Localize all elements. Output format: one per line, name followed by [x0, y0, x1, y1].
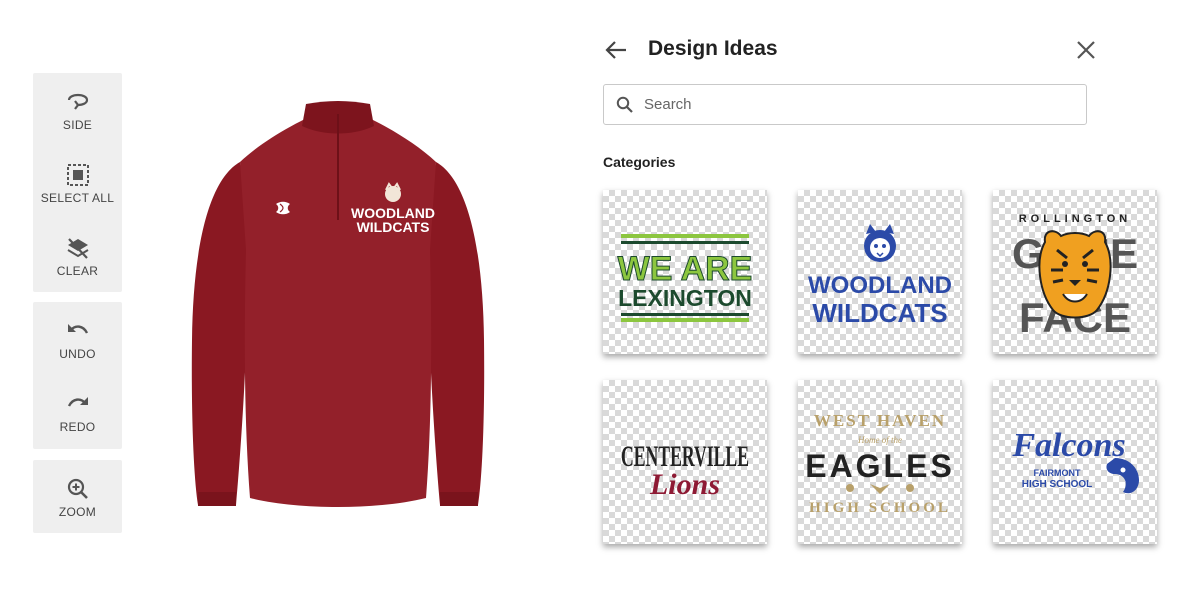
design-text-line1: WOODLAND [808, 272, 952, 299]
zoom-button[interactable]: ZOOM [33, 460, 122, 533]
rotate-icon [67, 93, 88, 110]
undo-label: UNDO [59, 347, 96, 361]
design-card-lexington[interactable]: WE ARE LEXINGTON [603, 190, 767, 354]
undo-icon [67, 324, 88, 334]
eagle-emblem-icon [846, 484, 914, 494]
redo-label: REDO [59, 420, 96, 434]
design-text-line1: Falcons [1011, 427, 1125, 464]
search-input[interactable] [644, 96, 1064, 113]
design-text-top: ROLLINGTON [1019, 213, 1132, 225]
design-text-line3: HIGH SCHOOL [1022, 479, 1093, 490]
clear-label: CLEAR [56, 264, 99, 278]
design-card-lions[interactable]: CENTERVILLE Lions [603, 380, 767, 544]
design-text-line1: WE ARE [618, 250, 753, 288]
design-text-line2: FAIRMONT [1034, 468, 1081, 478]
search-box[interactable] [603, 84, 1087, 125]
clear-button[interactable]: CLEAR [33, 219, 122, 292]
product-preview-shirt[interactable]: WOODLAND WILDCATS [188, 100, 488, 510]
design-text-line2: LEXINGTON [618, 285, 752, 311]
design-card-wildcats[interactable]: WOODLAND WILDCATS [798, 190, 962, 354]
panel-header: Design Ideas [603, 30, 1103, 70]
toolbar-group-view: SIDE SELECT ALL CLEAR [33, 73, 122, 292]
select-all-button[interactable]: SELECT ALL [33, 146, 122, 219]
toolbar-group-zoom: ZOOM [33, 460, 122, 533]
select-all-icon [66, 164, 89, 186]
side-label: SIDE [62, 118, 93, 132]
back-arrow-icon[interactable] [603, 39, 629, 61]
design-text-line1: EAGLES [805, 448, 955, 484]
select-all-label: SELECT ALL [40, 191, 115, 205]
design-card-game-face[interactable]: ROLLINGTON GAME FACE [993, 190, 1157, 354]
tiger-mascot-icon [1038, 230, 1112, 319]
design-card-falcons[interactable]: Falcons FAIRMONT HIGH SCHOOL [993, 380, 1157, 544]
zoom-in-icon [67, 478, 88, 499]
side-button[interactable]: SIDE [33, 73, 122, 146]
chest-logo-line2: WILDCATS [357, 219, 430, 235]
design-text-top: WEST HAVEN [814, 411, 946, 430]
design-card-eagles[interactable]: WEST HAVEN Home of the EAGLES HIGH SCHOO… [798, 380, 962, 544]
panel-title: Design Ideas [648, 37, 778, 60]
wildcat-mascot-icon [864, 224, 896, 262]
design-text-bottom: HIGH SCHOOL [809, 500, 951, 516]
search-icon [616, 96, 633, 113]
categories-label: Categories [603, 154, 676, 170]
design-text-line2: WILDCATS [812, 298, 947, 328]
design-text-line2: Lions [649, 468, 720, 501]
design-text-middle: Home of the [857, 435, 902, 445]
falcon-mascot-icon [1106, 458, 1139, 494]
zoom-label: ZOOM [58, 505, 97, 519]
clear-layers-icon [66, 238, 89, 259]
redo-icon [67, 397, 88, 407]
close-icon[interactable] [1075, 39, 1097, 61]
toolbar-group-history: UNDO REDO [33, 302, 122, 449]
undo-button[interactable]: UNDO [33, 302, 122, 375]
redo-button[interactable]: REDO [33, 375, 122, 448]
